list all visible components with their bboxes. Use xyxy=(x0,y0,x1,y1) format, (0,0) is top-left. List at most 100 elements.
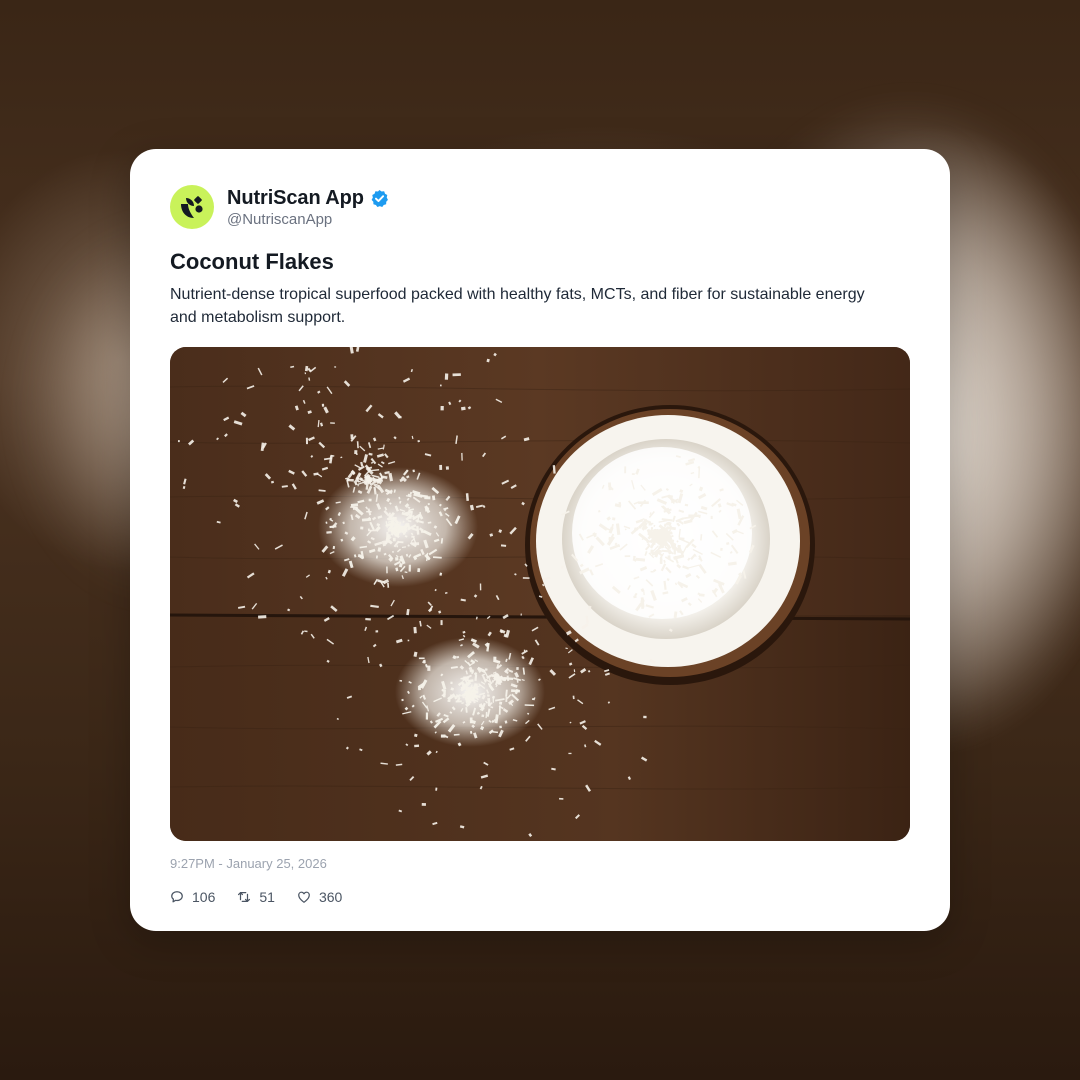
nutriscan-logo-icon xyxy=(181,196,203,218)
verified-badge-icon xyxy=(370,189,389,208)
coconut-flake xyxy=(360,526,364,530)
coconut-flake xyxy=(499,677,507,681)
coconut-flake xyxy=(421,803,426,807)
coconut-flake xyxy=(408,565,411,572)
post-card: NutriScan App @NutriscanApp Coconut Flak… xyxy=(130,149,950,931)
coconut-flake xyxy=(413,627,417,634)
post-description: Nutrient-dense tropical superfood packed… xyxy=(170,286,865,327)
coconut-flake xyxy=(392,551,394,554)
author-names: NutriScan App @NutriscanApp xyxy=(227,186,389,228)
coconut-flake xyxy=(498,701,503,706)
post-header: NutriScan App @NutriscanApp xyxy=(170,185,910,229)
coconut-flake xyxy=(559,798,564,801)
coconut-flake xyxy=(440,406,444,411)
coconut-flake xyxy=(612,517,616,521)
like-button[interactable]: 360 xyxy=(297,889,342,905)
coconut-flake xyxy=(355,453,358,456)
coconut-flake xyxy=(450,694,452,697)
repost-count: 51 xyxy=(259,889,275,906)
coconut-flake xyxy=(461,453,463,462)
coconut-flake xyxy=(505,697,508,703)
coconut-flake xyxy=(520,613,522,616)
coconut-flake xyxy=(568,753,572,755)
coconut-flake xyxy=(631,473,635,476)
coconut-flake xyxy=(427,503,430,506)
coconut-flake xyxy=(418,657,425,660)
engagement-stats: 106 51 360 xyxy=(170,887,910,907)
coconut-flake xyxy=(463,676,467,680)
coconut-flake xyxy=(407,640,410,642)
coconut-flake xyxy=(425,712,429,720)
coconut-flake xyxy=(473,700,476,704)
coconut-flake xyxy=(368,499,372,502)
coconut-flake xyxy=(445,466,449,471)
name-row: NutriScan App xyxy=(227,186,389,210)
coconut-flake xyxy=(670,539,675,544)
coconut-flake xyxy=(643,716,647,719)
photo-illustration xyxy=(170,347,910,842)
heart-icon xyxy=(297,890,311,904)
coconut-flake xyxy=(423,660,426,664)
coconut-flake xyxy=(660,559,663,565)
coconut-flake xyxy=(258,615,267,620)
coconut-flake xyxy=(305,438,309,445)
coconut-flake xyxy=(427,665,431,672)
repost-button[interactable]: 51 xyxy=(237,889,275,905)
coconut-flake xyxy=(460,407,466,411)
coconut-flake xyxy=(417,568,421,573)
coconut-flake xyxy=(523,649,526,653)
coconut-flake xyxy=(177,440,180,443)
coconut-flake xyxy=(412,469,415,473)
coconut-flake xyxy=(395,557,399,562)
coconut-flake xyxy=(435,787,438,792)
coconut-flake xyxy=(469,717,473,724)
author-handle[interactable]: @NutriscanApp xyxy=(227,211,389,228)
display-name[interactable]: NutriScan App xyxy=(227,187,364,210)
coconut-flake xyxy=(516,667,519,671)
coconut-flake xyxy=(710,516,713,520)
coconut-flake xyxy=(326,531,332,535)
coconut-flake xyxy=(499,726,502,729)
coconut-flake xyxy=(572,695,575,700)
post-title: Coconut Flakes xyxy=(170,249,334,274)
reply-count: 106 xyxy=(192,889,216,906)
coconut-flake xyxy=(632,556,636,561)
coconut-flake xyxy=(414,744,420,748)
coconut-flake xyxy=(365,618,371,621)
post-timestamp: 9:27PM - January 25, 2026 xyxy=(170,856,327,872)
coconut-flake xyxy=(673,545,676,555)
coconut-flake xyxy=(624,466,627,474)
coconut-flake xyxy=(522,577,530,580)
coconut-flake xyxy=(440,620,443,626)
coconut-flake xyxy=(334,366,337,369)
coconut-flake xyxy=(399,680,403,683)
coconut-flake xyxy=(444,373,449,381)
coconut-flake xyxy=(439,384,442,387)
coconut-flake xyxy=(624,555,631,558)
coconut-flake xyxy=(720,548,723,552)
coconut-flake xyxy=(650,571,654,574)
coconut-flake xyxy=(561,565,564,570)
coconut-flakes-photo[interactable] xyxy=(170,347,910,842)
reply-button[interactable]: 106 xyxy=(170,889,215,905)
repost-icon xyxy=(237,890,251,904)
coconut-flake xyxy=(440,734,446,738)
coconut-flake xyxy=(667,555,671,561)
avatar[interactable] xyxy=(170,185,214,229)
coconut-flake xyxy=(411,542,420,546)
coconut-flake xyxy=(479,583,482,591)
coconut-flake xyxy=(439,465,443,471)
coconut-flake xyxy=(386,566,388,574)
coconut-flake xyxy=(358,481,361,483)
coconut-flake xyxy=(330,422,335,425)
coconut-flake xyxy=(684,504,689,507)
coconut-flake xyxy=(321,404,325,408)
comment-icon xyxy=(170,890,184,904)
coconut-flake xyxy=(638,501,649,505)
coconut-flake xyxy=(486,694,490,698)
coconut-flake xyxy=(481,714,485,718)
like-count: 360 xyxy=(318,889,343,906)
coconut-flake xyxy=(447,699,451,703)
coconut-flake xyxy=(450,681,453,685)
coconut-flake xyxy=(375,630,379,633)
